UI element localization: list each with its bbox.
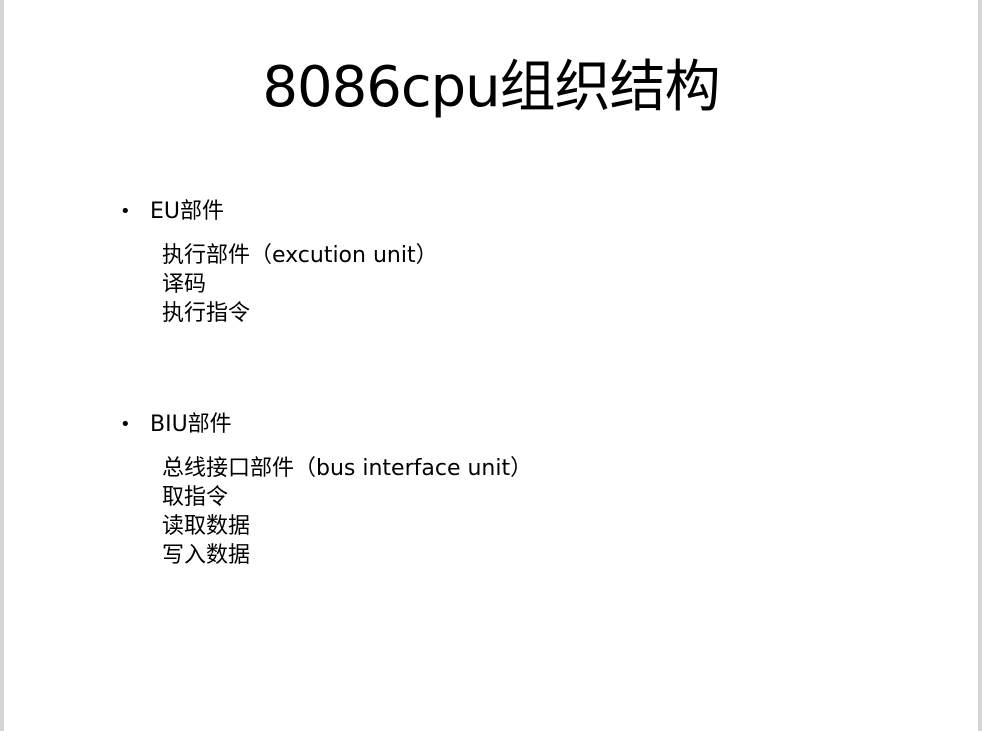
sub-list: 执行部件（excution unit） 译码 执行指令 <box>162 241 438 328</box>
sub-list-item: 执行指令 <box>162 301 251 326</box>
bullet-item-biu: • BIU部件 <box>120 410 532 440</box>
sub-list-item: 译码 <box>162 272 207 297</box>
slide-page: 8086cpu组织结构 • EU部件 执行部件（excution unit） 译… <box>4 0 978 731</box>
sub-list-item: 写入数据 <box>162 543 251 568</box>
document-viewport: 8086cpu组织结构 • EU部件 执行部件（excution unit） 译… <box>0 0 982 731</box>
sub-list-item: 执行部件（excution unit） <box>162 243 438 268</box>
sub-list: 总线接口部件（bus interface unit） 取指令 读取数据 写入数据 <box>162 454 532 570</box>
bullet-icon: • <box>120 201 131 222</box>
slide-title: 8086cpu组织结构 <box>262 55 720 120</box>
section-biu: • BIU部件 总线接口部件（bus interface unit） 取指令 读… <box>120 410 532 570</box>
viewer-right-edge <box>978 0 982 731</box>
section-heading: EU部件 <box>150 199 225 224</box>
section-eu: • EU部件 执行部件（excution unit） 译码 执行指令 <box>120 197 438 328</box>
section-heading: BIU部件 <box>150 412 232 437</box>
sub-list-item: 取指令 <box>162 485 229 510</box>
bullet-icon: • <box>120 414 131 435</box>
bullet-item-eu: • EU部件 <box>120 197 438 227</box>
sub-list-item: 总线接口部件（bus interface unit） <box>162 456 533 481</box>
sub-list-item: 读取数据 <box>162 514 251 539</box>
